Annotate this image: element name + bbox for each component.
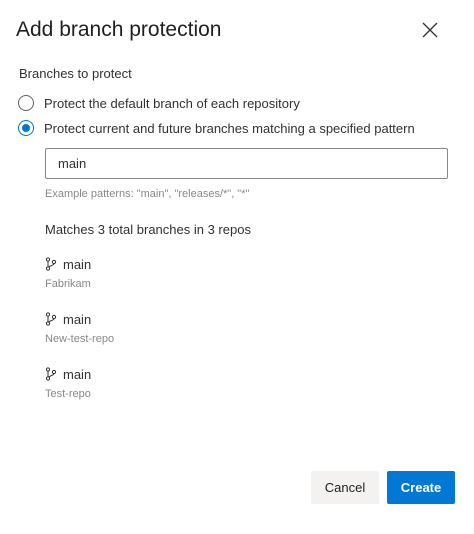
close-icon bbox=[422, 22, 438, 38]
radio-protect-matching-pattern[interactable]: Protect current and future branches matc… bbox=[18, 120, 415, 136]
repo-name: Fabrikam bbox=[45, 278, 91, 290]
branch-icon bbox=[45, 312, 57, 326]
matched-branch-item: main New-test-repo bbox=[45, 310, 115, 346]
add-branch-protection-dialog: Add branch protection Branches to protec… bbox=[0, 0, 474, 534]
radio-button-unchecked[interactable] bbox=[18, 95, 34, 111]
repo-name: Test-repo bbox=[45, 388, 91, 400]
branch-name: main bbox=[63, 256, 92, 272]
dialog-header: Add branch protection bbox=[16, 16, 454, 46]
branch-icon bbox=[45, 257, 57, 271]
branch-name: main bbox=[63, 366, 92, 382]
matched-branch-item: main Fabrikam bbox=[45, 255, 92, 291]
dialog-title: Add branch protection bbox=[16, 18, 222, 41]
branch-pattern-input[interactable] bbox=[45, 148, 448, 179]
close-button[interactable] bbox=[418, 18, 442, 42]
radio-label-matching-pattern: Protect current and future branches matc… bbox=[44, 120, 415, 136]
radio-button-checked[interactable] bbox=[18, 120, 34, 136]
dialog-footer: Cancel Create bbox=[0, 471, 474, 505]
create-button[interactable]: Create bbox=[387, 471, 455, 504]
radio-label-default-branch: Protect the default branch of each repos… bbox=[44, 95, 300, 111]
matches-summary: Matches 3 total branches in 3 repos bbox=[45, 222, 251, 237]
cancel-button[interactable]: Cancel bbox=[311, 471, 379, 504]
radio-protect-default-branch[interactable]: Protect the default branch of each repos… bbox=[18, 95, 300, 111]
repo-name: New-test-repo bbox=[45, 333, 115, 345]
branch-icon bbox=[45, 367, 57, 381]
branches-to-protect-label: Branches to protect bbox=[19, 66, 132, 81]
example-patterns-hint: Example patterns: "main", "releases/*", … bbox=[45, 188, 250, 200]
branch-name: main bbox=[63, 311, 92, 327]
matched-branch-item: main Test-repo bbox=[45, 365, 92, 401]
